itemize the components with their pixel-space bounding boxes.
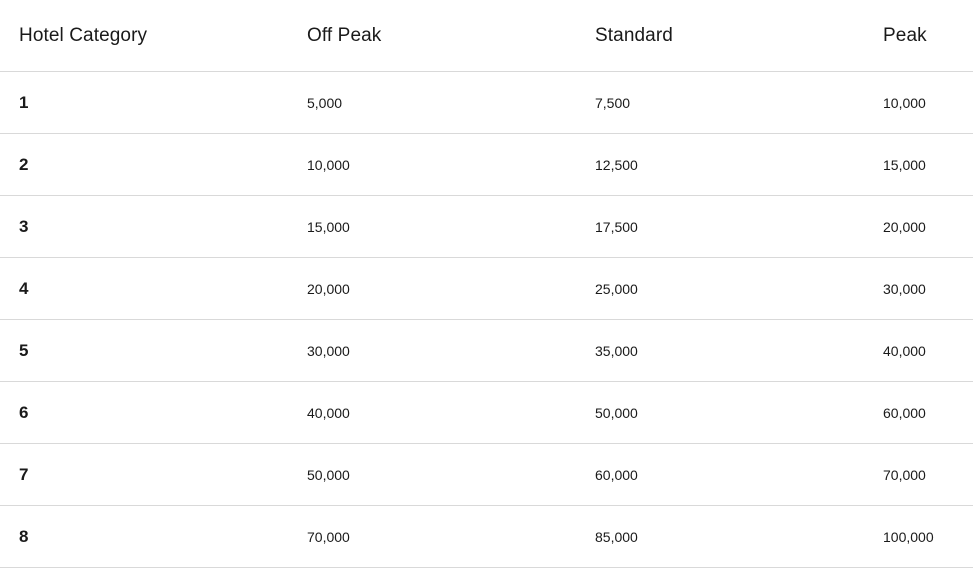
award-chart-table: Hotel Category Off Peak Standard Peak 1 … [0, 0, 973, 568]
standard-cell: 25,000 [576, 257, 864, 320]
peak-cell: 60,000 [864, 381, 973, 444]
standard-cell: 12,500 [576, 133, 864, 196]
header-off-peak: Off Peak [288, 0, 576, 72]
peak-cell: 15,000 [864, 133, 973, 196]
category-cell: 1 [0, 71, 288, 134]
table-row: 5 30,000 35,000 40,000 [0, 319, 973, 382]
category-cell: 4 [0, 257, 288, 320]
table-row: 6 40,000 50,000 60,000 [0, 381, 973, 444]
category-cell: 7 [0, 443, 288, 506]
category-cell: 5 [0, 319, 288, 382]
table-row: 4 20,000 25,000 30,000 [0, 257, 973, 320]
off-peak-cell: 50,000 [288, 443, 576, 506]
off-peak-cell: 40,000 [288, 381, 576, 444]
standard-cell: 7,500 [576, 71, 864, 134]
table-row: 2 10,000 12,500 15,000 [0, 133, 973, 196]
standard-cell: 85,000 [576, 505, 864, 568]
off-peak-cell: 70,000 [288, 505, 576, 568]
peak-cell: 70,000 [864, 443, 973, 506]
standard-cell: 60,000 [576, 443, 864, 506]
off-peak-cell: 10,000 [288, 133, 576, 196]
header-hotel-category: Hotel Category [0, 0, 288, 72]
table-row: 3 15,000 17,500 20,000 [0, 195, 973, 258]
header-row: Hotel Category Off Peak Standard Peak [0, 0, 973, 72]
standard-cell: 50,000 [576, 381, 864, 444]
category-cell: 6 [0, 381, 288, 444]
header-standard: Standard [576, 0, 864, 72]
table-row: 8 70,000 85,000 100,000 [0, 505, 973, 568]
peak-cell: 20,000 [864, 195, 973, 258]
table-body: 1 5,000 7,500 10,000 2 10,000 12,500 15,… [0, 71, 973, 568]
category-cell: 8 [0, 505, 288, 568]
off-peak-cell: 30,000 [288, 319, 576, 382]
header-peak: Peak [864, 0, 973, 72]
table-row: 1 5,000 7,500 10,000 [0, 71, 973, 134]
standard-cell: 35,000 [576, 319, 864, 382]
table-row: 7 50,000 60,000 70,000 [0, 443, 973, 506]
off-peak-cell: 20,000 [288, 257, 576, 320]
peak-cell: 100,000 [864, 505, 973, 568]
off-peak-cell: 5,000 [288, 71, 576, 134]
off-peak-cell: 15,000 [288, 195, 576, 258]
peak-cell: 40,000 [864, 319, 973, 382]
category-cell: 2 [0, 133, 288, 196]
peak-cell: 30,000 [864, 257, 973, 320]
table-header: Hotel Category Off Peak Standard Peak [0, 0, 973, 72]
standard-cell: 17,500 [576, 195, 864, 258]
peak-cell: 10,000 [864, 71, 973, 134]
category-cell: 3 [0, 195, 288, 258]
